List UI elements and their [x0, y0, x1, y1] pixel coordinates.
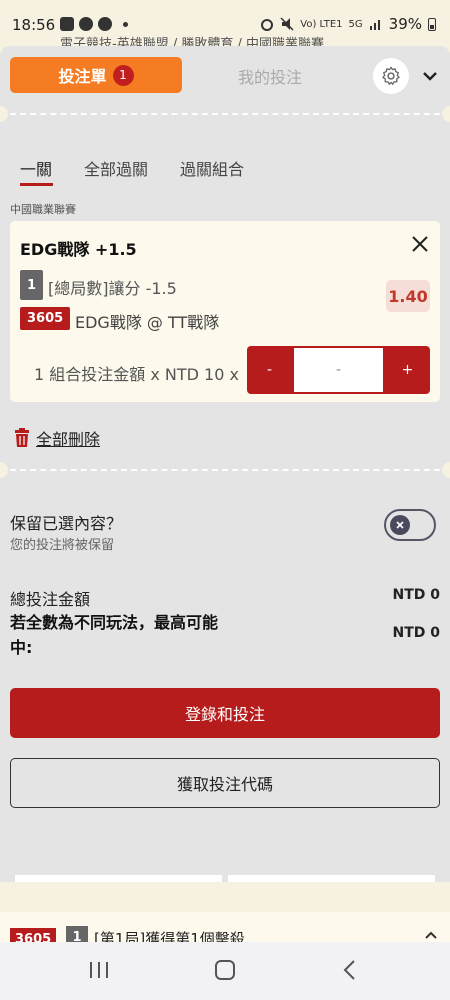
ticket-notch — [442, 462, 450, 478]
back-button[interactable] — [340, 958, 360, 982]
chevron-down-icon — [423, 72, 437, 81]
selection-title: EDG戰隊 +1.5 — [20, 240, 137, 259]
bet-selection-card: EDG戰隊 +1.5 1 [總局數]讓分 -1.5 1.40 3605 EDG戰… — [10, 221, 440, 402]
settings-button[interactable] — [373, 58, 409, 94]
notification-icons — [60, 17, 128, 31]
max-win-value: NTD 0 — [392, 625, 440, 641]
signal-bars-icon — [369, 20, 380, 30]
keep-selection-toggle[interactable] — [384, 509, 436, 541]
trash-icon — [15, 428, 29, 447]
battery-percent: 39% — [388, 15, 422, 33]
match-id-badge: 3605 — [20, 307, 71, 330]
match-name: EDG戰隊 @ TT戰隊 — [75, 313, 220, 332]
ticket-notch — [0, 106, 8, 122]
ticket-notch — [442, 106, 450, 122]
total-stake-value: NTD 0 — [392, 587, 440, 603]
system-icons: Vo) LTE1 5G 39% — [260, 15, 436, 33]
market-name: [第1局]獲得第1個擊殺 — [94, 930, 245, 942]
divider — [0, 469, 450, 471]
ticket-notch — [0, 462, 8, 478]
mute-icon — [280, 17, 294, 31]
bet-slip-sheet: 投注單 1 我的投注 一關 全部過關 過關組合 中國職業聯賽 EDG戰隊 +1.… — [0, 46, 450, 882]
gear-icon — [382, 66, 400, 85]
decrease-button[interactable]: - — [247, 346, 292, 394]
get-bet-code-button[interactable]: 獲取投注代碼 — [10, 758, 440, 808]
recent-apps-button[interactable] — [88, 960, 110, 980]
status-time: 18:56 — [12, 16, 56, 34]
login-and-bet-button[interactable]: 登錄和投注 — [10, 688, 440, 738]
x-icon — [396, 521, 404, 529]
stake-stepper: - - + — [247, 346, 430, 394]
close-icon — [412, 236, 428, 252]
collapse-button[interactable] — [420, 66, 440, 86]
battery-icon — [428, 17, 436, 31]
active-tab-indicator — [20, 183, 53, 186]
chrome-icon — [98, 17, 112, 31]
bet-type-tabs: 一關 全部過關 過關組合 — [20, 156, 244, 180]
remove-selection-button[interactable] — [410, 234, 430, 254]
divider — [0, 113, 450, 115]
tab-bet-slip[interactable]: 投注單 1 — [10, 57, 182, 93]
tab-single[interactable]: 一關 — [20, 156, 52, 180]
league-name: 中國職業聯賽 — [10, 203, 76, 216]
increase-button[interactable]: + — [385, 346, 430, 394]
chevron-up-icon — [425, 931, 437, 939]
signal-label: 5G — [348, 18, 363, 30]
chrome-icon — [79, 17, 93, 31]
tab-all-parlay[interactable]: 全部過關 — [84, 156, 148, 180]
game-number-chip: 1 — [66, 926, 88, 942]
keep-selection-title: 保留已選內容？ — [10, 514, 123, 533]
more-notifications-icon — [123, 21, 128, 27]
max-win-label: 若全數為不同玩法，最高可能中: — [10, 613, 219, 657]
delete-all-label: 全部刪除 — [36, 430, 101, 449]
odds-value: 1.40 — [386, 280, 430, 312]
match-id-badge: 3605 — [10, 928, 57, 942]
delete-all-button[interactable]: 全部刪除 — [13, 426, 100, 450]
keep-selection-subtitle: 您的投注將被保留 — [10, 538, 115, 553]
behind-background — [0, 882, 450, 912]
back-icon — [343, 960, 355, 980]
total-stake-label: 總投注金額 — [10, 590, 91, 609]
recent-apps-icon — [90, 962, 108, 978]
network-label: Vo) LTE1 — [300, 18, 343, 30]
market-name: [總局數]讓分 -1.5 — [48, 279, 177, 298]
tab-bet-slip-label: 投注單 — [58, 67, 107, 86]
bet-count-badge: 1 — [112, 64, 134, 86]
system-nav-bar — [0, 942, 450, 1000]
game-number-chip: 1 — [20, 270, 43, 300]
toggle-knob — [390, 515, 410, 535]
tab-my-bets[interactable]: 我的投注 — [200, 64, 340, 88]
behind-market-row[interactable]: 3605 1 [第1局]獲得第1個擊殺 — [0, 912, 450, 942]
tab-parlay-combo[interactable]: 過關組合 — [180, 156, 244, 180]
stake-input[interactable]: - — [294, 348, 383, 392]
stake-label: 1 組合投注金額 x NTD 10 x — [34, 365, 239, 384]
alarm-icon — [261, 19, 274, 31]
image-notification-icon — [60, 17, 74, 31]
home-button[interactable] — [215, 960, 235, 980]
